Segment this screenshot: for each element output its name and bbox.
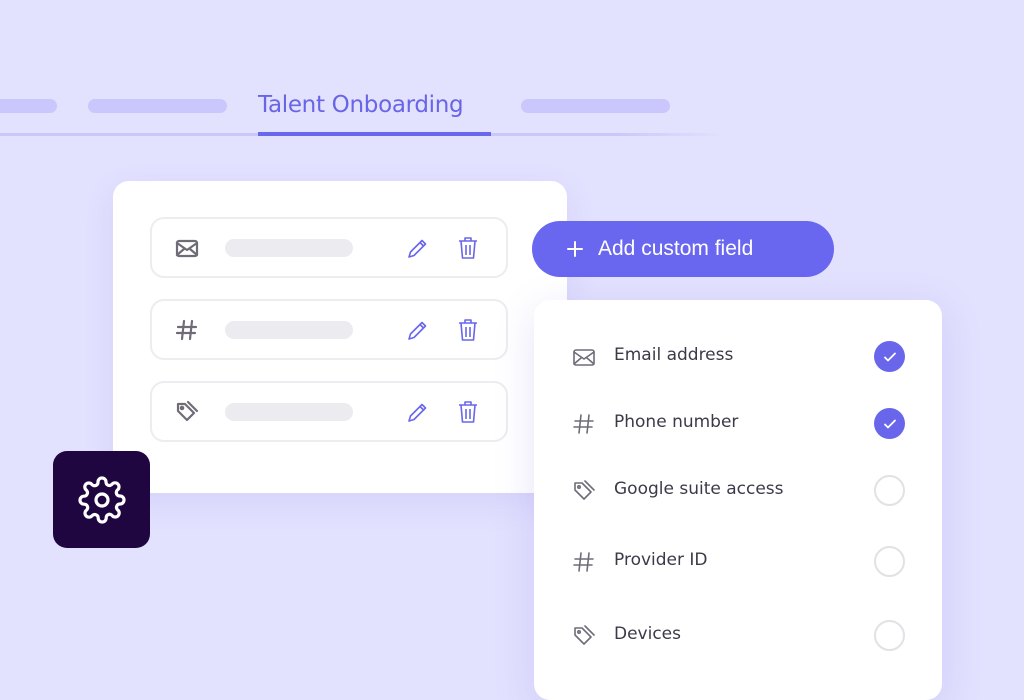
plus-icon [567,241,583,257]
pencil-icon [408,403,427,422]
hash-icon [175,319,198,341]
delete-button[interactable] [455,317,481,343]
field-row [150,217,508,278]
option-checkbox[interactable] [874,546,905,577]
tag-icon [574,625,595,645]
check-icon [883,352,896,361]
field-type [174,399,200,425]
tab-placeholder[interactable] [521,99,670,113]
option-checkbox[interactable] [874,475,905,506]
option-type [571,623,597,649]
gear-icon [77,475,126,524]
option-type [571,549,597,575]
field-type [174,235,200,261]
option-checkbox[interactable] [874,620,905,651]
tab-talent-onboarding[interactable]: Talent Onboarding [258,92,464,118]
hash-icon [573,552,594,572]
trash-icon [459,401,477,423]
check-icon [883,419,896,428]
field-option[interactable]: Provider ID [534,541,942,581]
option-type [571,478,597,504]
hash-icon [573,414,594,434]
field-option[interactable]: Google suite access [534,470,942,510]
tab-placeholder[interactable] [0,99,57,113]
add-custom-field-label: Add custom field [598,237,754,260]
add-custom-field-button[interactable]: Add custom field [532,221,834,277]
option-checkbox[interactable] [874,408,905,439]
settings-tile[interactable] [53,451,150,548]
mail-icon [573,349,595,366]
mail-icon [175,239,199,258]
delete-button[interactable] [455,399,481,425]
option-label: Google suite access [614,479,784,499]
field-row [150,381,508,442]
field-name-placeholder [225,239,353,257]
pencil-icon [408,239,427,258]
tag-icon [176,400,199,422]
option-label: Provider ID [614,550,708,570]
option-label: Devices [614,624,681,644]
trash-icon [459,319,477,341]
tab-placeholder[interactable] [88,99,227,113]
pencil-icon [408,321,427,340]
option-type [571,411,597,437]
edit-button[interactable] [405,399,431,425]
active-tab-indicator [258,132,491,136]
edit-button[interactable] [405,317,431,343]
field-type [174,317,200,343]
field-option[interactable]: Phone number [534,403,942,443]
field-option[interactable]: Email address [534,336,942,376]
field-row [150,299,508,360]
field-name-placeholder [225,321,353,339]
option-checkbox[interactable] [874,341,905,372]
option-type [571,344,597,370]
field-name-placeholder [225,403,353,421]
edit-button[interactable] [405,235,431,261]
option-label: Email address [614,345,734,365]
field-option[interactable]: Devices [534,615,942,655]
tag-icon [574,480,595,500]
option-label: Phone number [614,412,739,432]
trash-icon [459,237,477,259]
custom-field-dropdown: Email address Phone number Google suite … [534,300,942,700]
fields-card [113,181,567,493]
delete-button[interactable] [455,235,481,261]
